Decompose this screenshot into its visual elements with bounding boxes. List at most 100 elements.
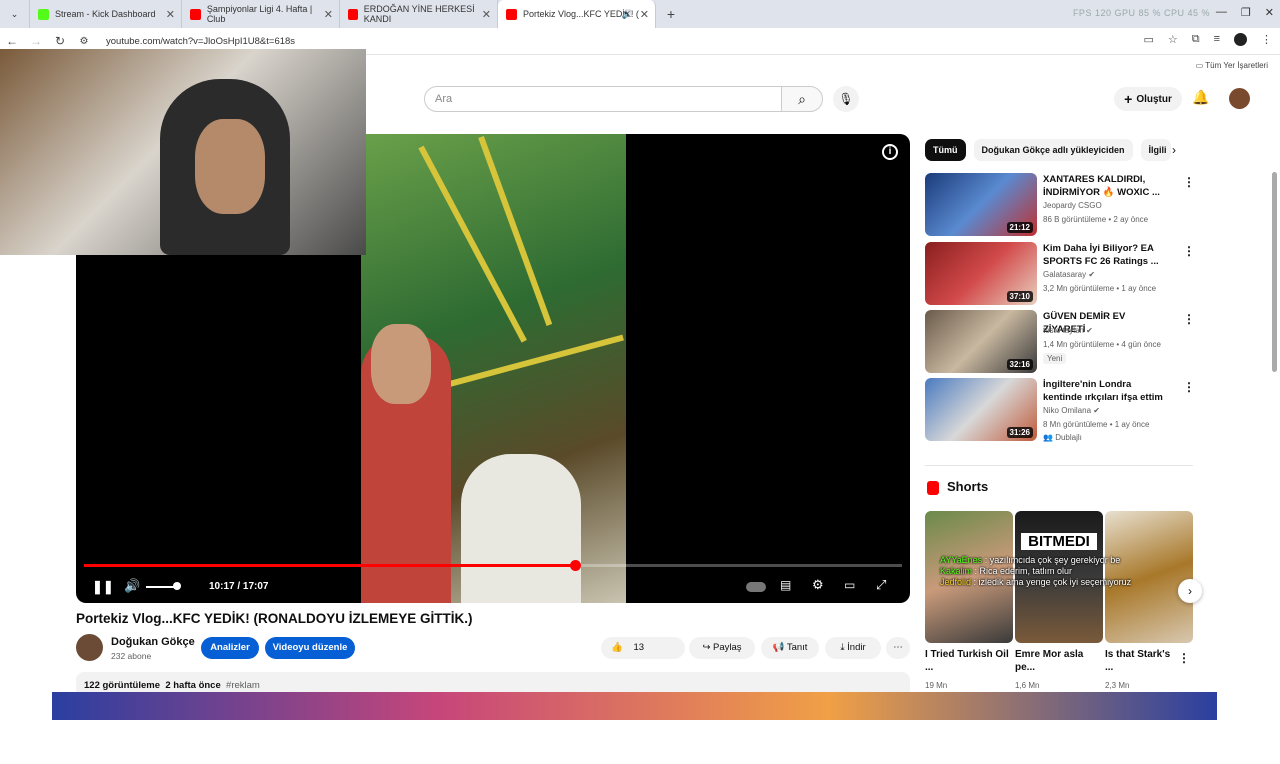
volume-knob[interactable] xyxy=(173,582,181,590)
stream-banner xyxy=(52,692,1217,720)
stadium-beam xyxy=(418,145,527,343)
short-title[interactable]: Is that Stark's ... xyxy=(1105,648,1171,674)
autoplay-toggle[interactable] xyxy=(746,582,766,592)
video-thumbnail[interactable]: 21:12 xyxy=(925,173,1037,236)
create-button[interactable]: + Oluştur xyxy=(1114,87,1182,111)
close-icon[interactable]: ✕ xyxy=(166,8,175,21)
bell-icon[interactable]: 🔔 xyxy=(1192,89,1209,106)
site-info-icon[interactable]: ⚙ xyxy=(72,36,96,47)
fullscreen-icon[interactable]: ⤢ xyxy=(876,577,886,593)
stream-chat-overlay: AYYaEnes : yazılımcıda çok şey gerekiyor… xyxy=(940,555,1131,588)
share-icon: ↪ xyxy=(702,642,711,653)
rec-channel[interactable]: testo taylan ✔ xyxy=(1043,326,1093,335)
bookmark-star-icon[interactable]: ☆ xyxy=(1168,33,1178,46)
browser-tab[interactable]: Şampiyonlar Ligi 4. Hafta | Club ✕ xyxy=(182,0,340,28)
forward-icon[interactable]: → xyxy=(24,34,48,48)
like-button[interactable]: 👍 13 xyxy=(601,637,685,659)
rec-title[interactable]: İngiltere'nin Londra kentinde ırkçıları … xyxy=(1043,378,1163,404)
video-thumbnail[interactable]: 32:16 xyxy=(925,310,1037,373)
media-icon[interactable]: ≡ xyxy=(1214,33,1220,46)
rec-title[interactable]: Kim Daha İyi Biliyor? EA SPORTS FC 26 Ra… xyxy=(1043,242,1163,268)
new-tab-button[interactable]: + xyxy=(656,6,686,22)
video-thumbnail[interactable]: 31:26 xyxy=(925,378,1037,441)
reload-icon[interactable]: ↻ xyxy=(48,34,72,48)
more-vert-icon[interactable]: ⋮ xyxy=(1183,244,1195,258)
recommendation-item[interactable]: 21:12 XANTARES KALDIRDI, İNDİRMİYOR 🔥 WO… xyxy=(925,173,1195,237)
profile-avatar[interactable] xyxy=(1234,33,1247,46)
progress-fill xyxy=(84,564,575,567)
channel-label: Niko Omilana xyxy=(1043,406,1092,415)
short-title[interactable]: I Tried Turkish Oil ... xyxy=(925,648,1013,674)
extensions-icon[interactable]: ⧉ xyxy=(1192,33,1200,46)
chevron-right-icon[interactable]: › xyxy=(1172,143,1176,157)
hashtag[interactable]: #reklam xyxy=(226,680,260,691)
thumbs-up-icon: 👍 xyxy=(611,642,623,653)
volume-icon[interactable]: 🔊 xyxy=(124,578,140,594)
share-button[interactable]: ↪ Paylaş xyxy=(689,637,755,659)
close-icon[interactable]: ✕ xyxy=(324,8,333,21)
download-button[interactable]: ⤓ İndir xyxy=(825,637,881,659)
more-vert-icon[interactable]: ⋮ xyxy=(1178,651,1190,665)
channel-name[interactable]: Doğukan Gökçe xyxy=(111,636,195,648)
more-vert-icon[interactable]: ⋮ xyxy=(1183,312,1195,326)
scrollbar-thumb[interactable] xyxy=(1272,172,1277,372)
short-views: 19 Mn xyxy=(925,681,948,690)
back-icon[interactable]: ← xyxy=(0,34,24,48)
recommendation-item[interactable]: 37:10 Kim Daha İyi Biliyor? EA SPORTS FC… xyxy=(925,242,1195,306)
mic-icon[interactable]: 🎙 xyxy=(833,86,859,112)
browser-tab[interactable]: ERDOĞAN YİNE HERKESİ KANDI ✕ xyxy=(340,0,498,28)
cast-icon[interactable]: ▭ xyxy=(1143,33,1153,46)
tab-title: Şampiyonlar Ligi 4. Hafta | Club xyxy=(206,4,313,24)
recommendation-item[interactable]: 31:26 İngiltere'nin Londra kentinde ırkç… xyxy=(925,378,1195,442)
all-bookmarks[interactable]: ▭ Tüm Yer İşaretleri xyxy=(1196,61,1268,70)
browser-tab-active[interactable]: Portekiz Vlog...KFC YEDİK! ( 🔊 ✕ xyxy=(498,0,656,28)
info-icon[interactable]: i xyxy=(882,144,898,160)
verified-icon: ✔ xyxy=(1086,326,1093,335)
dubbed-label: Dublajlı xyxy=(1055,433,1082,442)
tab-title: ERDOĞAN YİNE HERKESİ KANDI xyxy=(363,4,475,24)
rec-channel[interactable]: Galatasaray ✔ xyxy=(1043,270,1095,279)
rec-channel[interactable]: Jeopardy CSGO xyxy=(1043,201,1102,210)
channel-avatar[interactable] xyxy=(76,634,103,661)
rec-channel[interactable]: Niko Omilana ✔ xyxy=(1043,406,1100,415)
speaker-icon[interactable]: 🔊 xyxy=(622,9,633,20)
promote-button[interactable]: 📢 Tanıt xyxy=(761,637,819,659)
miniplayer-icon[interactable]: ▭ xyxy=(844,578,855,592)
tab-search-button[interactable]: ⌄ xyxy=(0,0,30,28)
progress-scrubber[interactable] xyxy=(569,560,581,571)
chat-user: Jedfolid xyxy=(940,577,972,587)
settings-icon[interactable]: ⚙ xyxy=(812,577,824,593)
short-title[interactable]: Emre Mor asla pe... xyxy=(1015,648,1103,674)
video-thumbnail[interactable]: 37:10 xyxy=(925,242,1037,305)
browser-tab[interactable]: Stream - Kick Dashboard ✕ xyxy=(30,0,182,28)
close-icon[interactable]: ✕ xyxy=(640,8,649,21)
edit-video-button[interactable]: Videoyu düzenle xyxy=(265,637,355,659)
minimize-icon[interactable]: — xyxy=(1216,6,1227,19)
subtitles-icon[interactable]: ▤ xyxy=(780,578,791,592)
chevron-right-icon[interactable]: › xyxy=(1178,579,1202,603)
search-input[interactable]: Ara xyxy=(424,86,782,112)
more-vert-icon[interactable]: ⋮ xyxy=(1183,380,1195,394)
dubbed-icon: 👥 xyxy=(1043,433,1053,442)
more-button[interactable]: ⋯ xyxy=(886,637,910,659)
avatar[interactable] xyxy=(1229,88,1250,109)
chat-message: yazılımcıda çok şey gerekiyor be xyxy=(989,555,1121,565)
more-vert-icon[interactable]: ⋮ xyxy=(1183,175,1195,189)
scrollbar[interactable] xyxy=(1270,164,1280,764)
close-icon[interactable]: ✕ xyxy=(482,8,491,21)
youtube-icon xyxy=(348,8,358,20)
menu-icon[interactable]: ⋮ xyxy=(1261,33,1272,46)
chip-related[interactable]: İlgili xyxy=(1140,139,1171,161)
chip-uploader[interactable]: Doğukan Gökçe adlı yükleyiciden xyxy=(973,139,1133,161)
pause-icon[interactable]: ❚❚ xyxy=(92,579,114,595)
recommendation-item[interactable]: 32:16 GÜVEN DEMİR EV ZİYARETİ testo tayl… xyxy=(925,310,1195,374)
close-window-icon[interactable]: ✕ xyxy=(1265,6,1274,19)
chip-all[interactable]: Tümü xyxy=(925,139,966,161)
url-field[interactable]: youtube.com/watch?v=JloOsHpI1U8&t=618s xyxy=(106,36,295,47)
analytics-button[interactable]: Analizler xyxy=(201,637,259,659)
overlay-sysinfo: FPS 120 GPU 85 % CPU 45 % xyxy=(1072,8,1210,18)
progress-bar[interactable] xyxy=(84,560,902,571)
maximize-icon[interactable]: ❐ xyxy=(1241,6,1251,19)
search-icon[interactable]: ⌕ xyxy=(781,86,823,112)
rec-title[interactable]: XANTARES KALDIRDI, İNDİRMİYOR 🔥 WOXIC ..… xyxy=(1043,173,1163,199)
